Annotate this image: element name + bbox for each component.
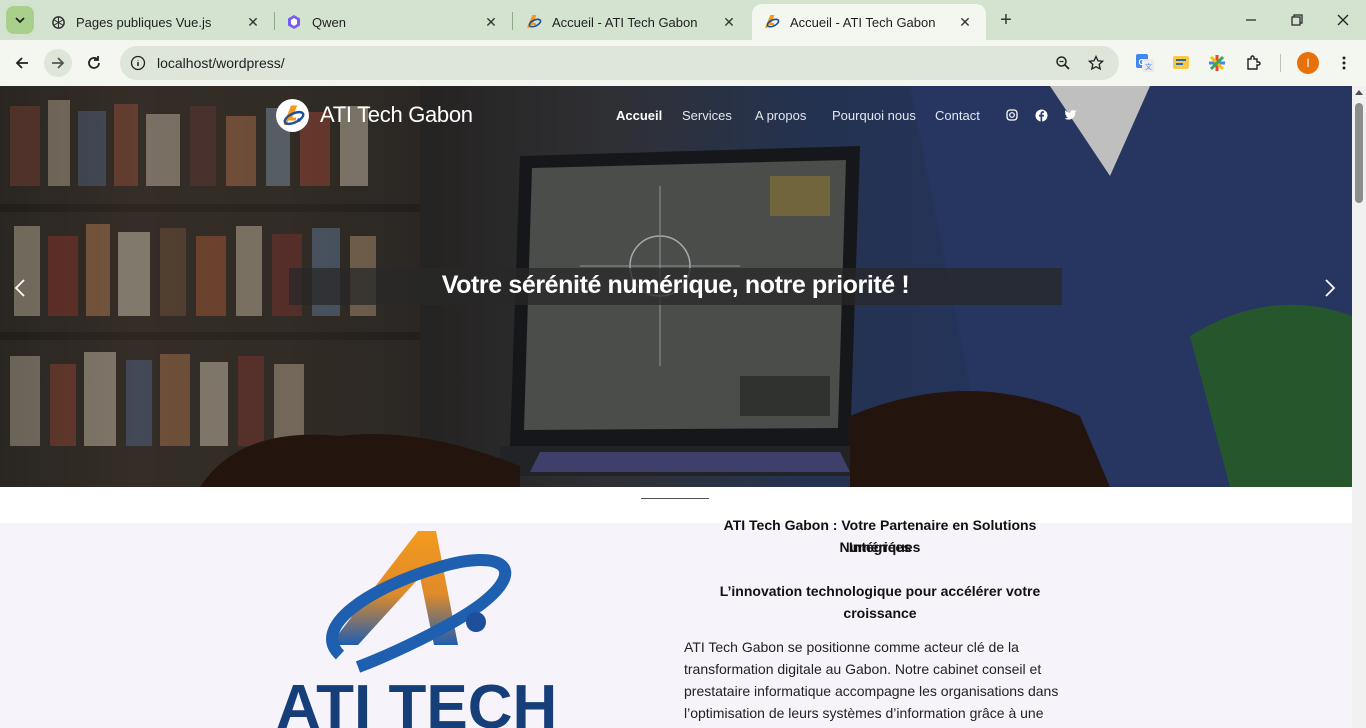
toolbar-separator [1280,54,1281,72]
hero-slider: ATI Tech Gabon Accueil Services A propos… [0,86,1352,487]
slide-title: Votre sérénité numérique, notre priorité… [441,271,910,299]
tab-title: Accueil - ATI Tech Gabon [790,14,936,30]
tab-accueil-1[interactable]: Accueil - ATI Tech Gabon ✕ [514,4,750,40]
scroll-up-arrow-icon[interactable] [1355,90,1363,95]
arrow-right-icon [52,57,65,69]
restore-button[interactable] [1274,0,1320,40]
minimize-button[interactable] [1228,0,1274,40]
ati-tech-icon [526,14,542,30]
tab-strip: Pages publiques Vue.js ✕ Qwen ✕ Accueil … [0,0,1366,40]
headline-line-2: Intégrées [848,539,912,555]
close-window-button[interactable] [1320,0,1366,40]
svg-text:G: G [1139,58,1145,67]
bookmark-star-icon[interactable] [1086,53,1106,73]
close-icon[interactable]: ✕ [482,13,500,31]
nav-a-propos[interactable]: A propos [755,108,806,123]
site-title[interactable]: ATI Tech Gabon [320,102,473,128]
body-line: prestataire informatique accompagne les … [684,683,1059,699]
address-bar[interactable]: localhost/wordpress/ [120,46,1119,80]
body-line: ATI Tech Gabon se positionne comme acteu… [684,639,1019,655]
back-button[interactable] [8,49,36,77]
tab-separator [512,12,513,30]
openai-icon [50,14,66,30]
ati-tech-icon [764,14,780,30]
scroll-thumb[interactable] [1355,103,1363,203]
page-scrollbar[interactable] [1352,86,1366,728]
tab-accueil-active[interactable]: Accueil - ATI Tech Gabon ✕ [752,4,986,40]
tab-title: Qwen [312,14,346,30]
site-logo-icon[interactable] [276,99,309,132]
profile-avatar[interactable]: I [1297,52,1319,74]
zoom-icon[interactable] [1053,53,1073,73]
reload-icon [88,56,100,69]
facebook-icon[interactable] [1034,108,1048,122]
tab-pages-publiques[interactable]: Pages publiques Vue.js ✕ [38,4,274,40]
tagline: L’innovation technologique pour accélére… [719,583,1041,621]
qwen-icon [286,14,302,30]
ati-tech-logo: ATI TECH [276,531,557,728]
nav-accueil[interactable]: Accueil [616,108,662,123]
close-icon[interactable]: ✕ [244,13,262,31]
forward-button[interactable] [44,49,72,77]
restore-icon [1291,14,1303,26]
tab-title: Accueil - ATI Tech Gabon [552,14,698,30]
slider-prev-arrow-icon[interactable] [10,276,30,300]
close-icon[interactable]: ✕ [956,13,974,31]
new-tab-button[interactable]: + [994,8,1018,32]
dictionary-extension-icon[interactable] [1170,52,1192,74]
site-info-icon[interactable] [128,53,148,73]
logo-text: ATI TECH [276,673,557,728]
about-section: ATI TECH ATI Tech Gabon : Votre Partenai… [0,517,1352,728]
google-translate-icon[interactable]: G文 [1134,52,1156,74]
browser-toolbar: localhost/wordpress/ G文 [0,40,1366,86]
body-line: transformation digitale au Gabon. Notre … [684,661,1042,677]
nav-services[interactable]: Services [682,108,732,123]
extensions-puzzle-icon[interactable] [1243,52,1265,74]
svg-text:文: 文 [1145,62,1152,71]
more-menu-icon[interactable] [1333,52,1355,74]
slider-next-arrow-icon[interactable] [1320,276,1340,300]
page-viewport: ATI Tech Gabon Accueil Services A propos… [0,86,1352,728]
instagram-icon[interactable] [1005,108,1019,122]
arrow-left-icon [15,57,28,69]
twitter-icon[interactable] [1063,108,1077,122]
tab-title: Pages publiques Vue.js [76,14,212,30]
chevron-down-icon [15,17,25,24]
close-icon[interactable]: ✕ [720,13,738,31]
minimize-icon [1246,19,1256,21]
nav-contact[interactable]: Contact [935,108,980,123]
tab-search-button[interactable] [6,6,34,34]
body-line: l’optimisation de leurs systèmes d’infor… [684,705,1044,721]
colorful-extension-icon[interactable] [1206,52,1228,74]
reload-button[interactable] [80,49,108,77]
tab-qwen[interactable]: Qwen ✕ [274,4,512,40]
nav-pourquoi-nous[interactable]: Pourquoi nous [832,108,916,123]
section-divider [641,498,709,499]
close-icon [1337,14,1349,26]
url-text[interactable]: localhost/wordpress/ [157,55,285,71]
